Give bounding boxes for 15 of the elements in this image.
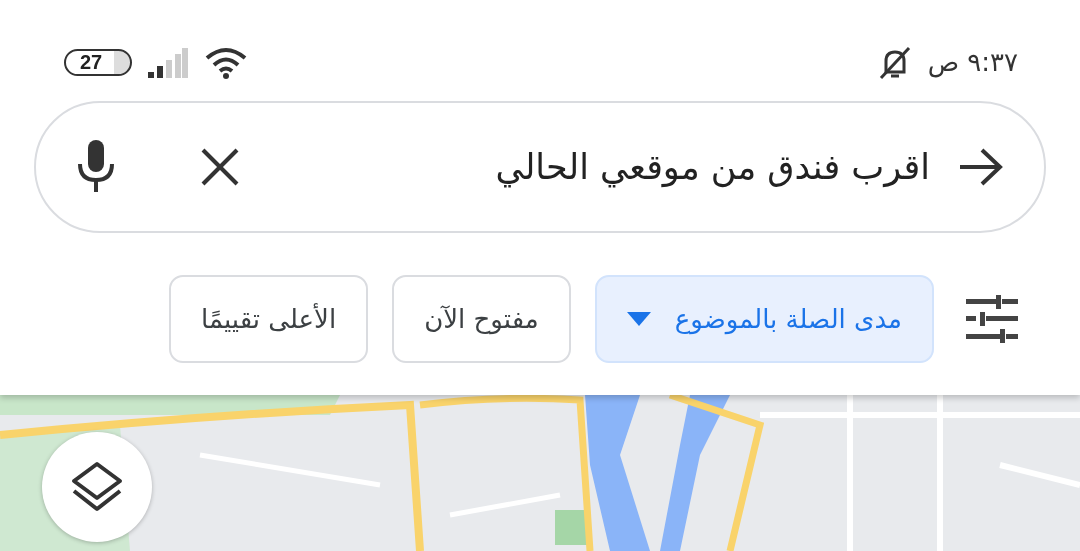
search-field[interactable]: اقرب فندق من موقعي الحالي <box>264 139 932 195</box>
search-bar[interactable]: اقرب فندق من موقعي الحالي <box>34 101 1046 233</box>
battery-icon: 27 <box>64 49 132 76</box>
sort-dropdown[interactable]: مدى الصلة بالموضوع <box>594 275 934 363</box>
caret-icon <box>626 312 651 326</box>
filter-chip[interactable]: الأعلى تقييمًا <box>169 275 369 363</box>
filter-icon[interactable] <box>966 295 1018 343</box>
bell-off-icon <box>877 45 912 80</box>
close-icon[interactable] <box>200 147 240 187</box>
clock-time: ٩:٣٧ ص <box>927 46 1018 80</box>
microphone-icon[interactable] <box>76 140 116 194</box>
filter-chip[interactable]: مفتوح الآن <box>392 275 571 363</box>
wifi-icon <box>204 46 248 79</box>
signal-icon <box>148 47 188 78</box>
layers-icon <box>70 461 124 513</box>
